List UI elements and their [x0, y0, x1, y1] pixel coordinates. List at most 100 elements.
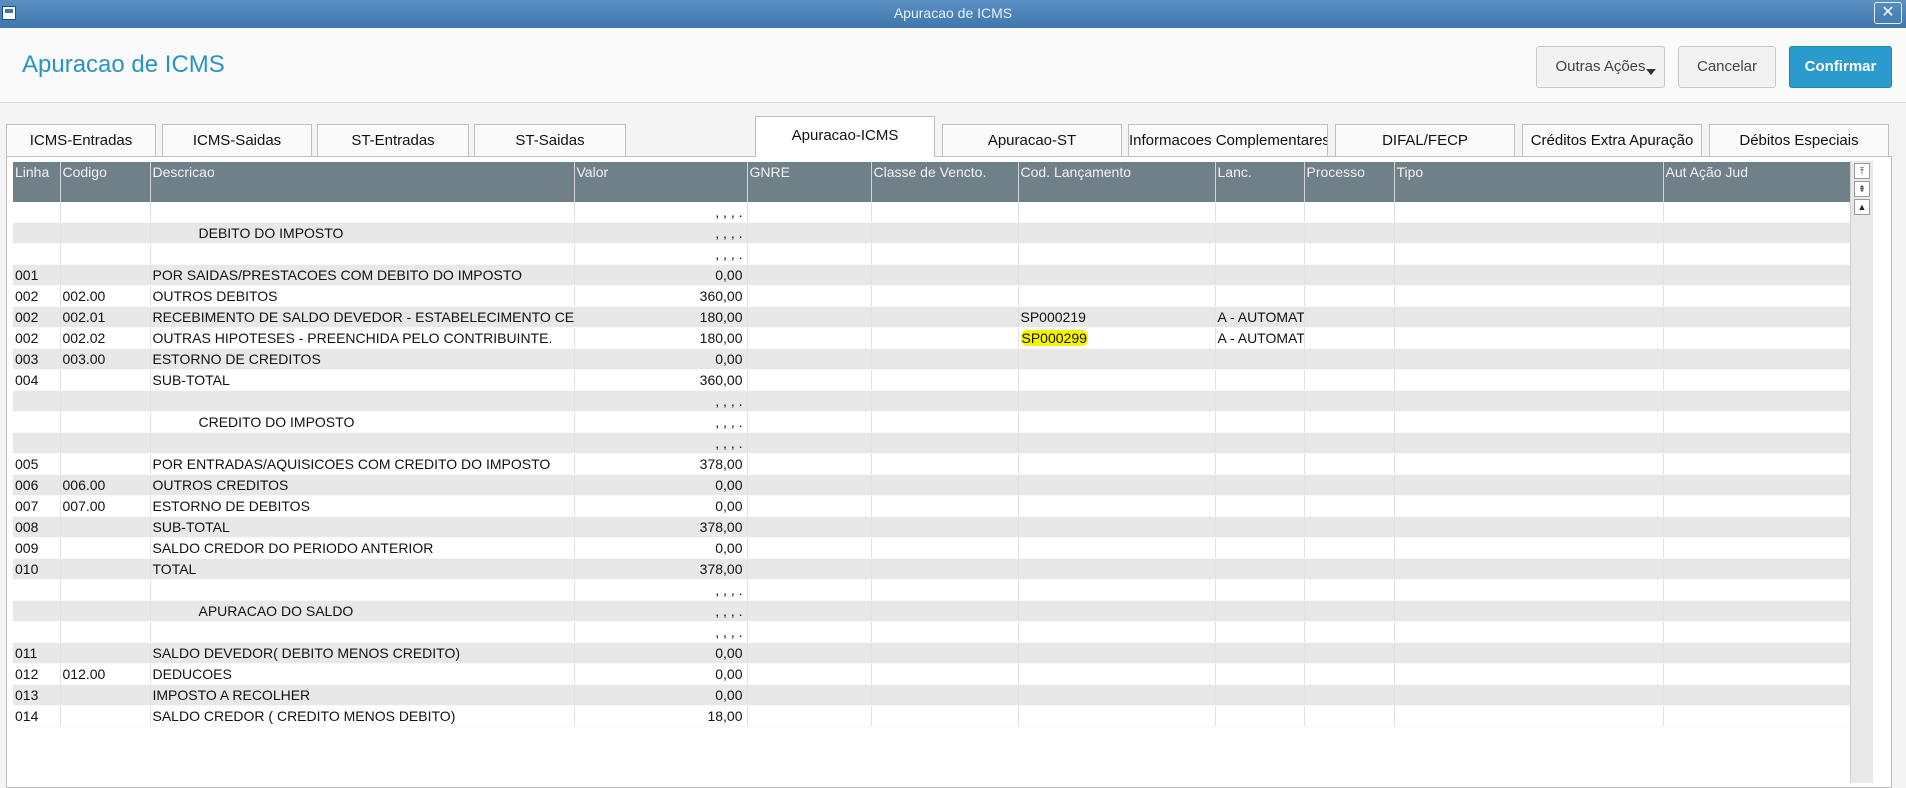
- cell-classe-vencto[interactable]: [871, 642, 1019, 664]
- cell-lanc[interactable]: [1215, 202, 1305, 223]
- cell-lanc[interactable]: [1215, 495, 1305, 517]
- cell-classe-vencto[interactable]: [871, 202, 1019, 223]
- cell-linha[interactable]: 001: [13, 264, 61, 286]
- column-header-codigo[interactable]: Codigo: [60, 162, 151, 202]
- cell-valor[interactable]: 0,00: [574, 663, 748, 685]
- cell-classe-vencto[interactable]: [871, 537, 1019, 559]
- cell-codigo[interactable]: 003.00: [60, 348, 151, 370]
- cell-cod-lancamento[interactable]: [1018, 579, 1216, 601]
- cell-aut-acao-jud[interactable]: [1663, 306, 1866, 328]
- cell-cod-lancamento[interactable]: [1018, 222, 1216, 244]
- cell-cod-lancamento[interactable]: [1018, 453, 1216, 475]
- tab-st-saidas[interactable]: ST-Saidas: [474, 124, 626, 156]
- cell-classe-vencto[interactable]: [871, 348, 1019, 370]
- table-row[interactable]: 004 SUB-TOTAL 360,00: [13, 369, 1866, 391]
- cell-processo[interactable]: [1304, 474, 1395, 496]
- cell-processo[interactable]: [1304, 264, 1395, 286]
- cell-classe-vencto[interactable]: [871, 474, 1019, 496]
- cell-cod-lancamento[interactable]: [1018, 642, 1216, 664]
- table-row[interactable]: , , , .: [13, 579, 1866, 601]
- cell-cod-lancamento[interactable]: SP000219: [1018, 306, 1216, 328]
- cell-cod-lancamento[interactable]: [1018, 684, 1216, 706]
- cell-cod-lancamento[interactable]: [1018, 369, 1216, 391]
- cell-lanc[interactable]: [1215, 453, 1305, 475]
- cell-valor[interactable]: 378,00: [574, 453, 748, 475]
- cell-cod-lancamento[interactable]: [1018, 600, 1216, 622]
- cell-lanc[interactable]: [1215, 264, 1305, 286]
- table-row[interactable]: DEBITO DO IMPOSTO, , , .: [13, 222, 1866, 244]
- cell-codigo[interactable]: [60, 705, 151, 727]
- cell-aut-acao-jud[interactable]: [1663, 684, 1866, 706]
- table-row[interactable]: 002 002.02 OUTRAS HIPOTESES - PREENCHIDA P…: [13, 327, 1866, 349]
- cell-descricao[interactable]: [150, 202, 575, 223]
- cell-processo[interactable]: [1304, 390, 1395, 412]
- scroll-page-up-icon[interactable]: ⇞: [1854, 181, 1870, 197]
- cell-tipo[interactable]: [1394, 285, 1664, 307]
- cell-gnre[interactable]: [747, 705, 872, 727]
- cell-tipo[interactable]: [1394, 558, 1664, 580]
- cell-aut-acao-jud[interactable]: [1663, 621, 1866, 643]
- table-row[interactable]: , , , .: [13, 390, 1866, 412]
- cell-valor[interactable]: 0,00: [574, 495, 748, 517]
- cell-linha[interactable]: [13, 579, 61, 601]
- column-header-aut-acao-jud[interactable]: Aut Ação Jud: [1663, 162, 1866, 202]
- cell-valor[interactable]: 360,00: [574, 285, 748, 307]
- table-row[interactable]: , , , .: [13, 202, 1866, 223]
- cell-codigo[interactable]: 002.01: [60, 306, 151, 328]
- cell-gnre[interactable]: [747, 495, 872, 517]
- cell-processo[interactable]: [1304, 600, 1395, 622]
- cell-linha[interactable]: [13, 621, 61, 643]
- cell-descricao[interactable]: ESTORNO DE CREDITOS: [150, 348, 575, 370]
- cell-processo[interactable]: [1304, 348, 1395, 370]
- cell-processo[interactable]: [1304, 243, 1395, 265]
- cell-tipo[interactable]: [1394, 327, 1664, 349]
- cell-descricao[interactable]: DEBITO DO IMPOSTO: [150, 222, 575, 244]
- cell-classe-vencto[interactable]: [871, 243, 1019, 265]
- cell-linha[interactable]: 002: [13, 327, 61, 349]
- cell-tipo[interactable]: [1394, 432, 1664, 454]
- cell-lanc[interactable]: [1215, 621, 1305, 643]
- tab-creditos-extra-apuracao[interactable]: Créditos Extra Apuração: [1522, 124, 1702, 156]
- cell-processo[interactable]: [1304, 453, 1395, 475]
- cell-linha[interactable]: 012: [13, 663, 61, 685]
- cell-lanc[interactable]: [1215, 348, 1305, 370]
- cell-valor[interactable]: , , , .: [574, 243, 748, 265]
- cell-tipo[interactable]: [1394, 411, 1664, 433]
- tab-informacoes-complementares[interactable]: Informacoes Complementares: [1128, 124, 1328, 156]
- cell-descricao[interactable]: SUB-TOTAL: [150, 516, 575, 538]
- table-row[interactable]: CREDITO DO IMPOSTO, , , .: [13, 411, 1866, 433]
- cell-descricao[interactable]: IMPOSTO A RECOLHER: [150, 684, 575, 706]
- cell-cod-lancamento[interactable]: [1018, 558, 1216, 580]
- cell-descricao[interactable]: CREDITO DO IMPOSTO: [150, 411, 575, 433]
- cell-valor[interactable]: 0,00: [574, 264, 748, 286]
- cell-valor[interactable]: 0,00: [574, 684, 748, 706]
- cell-linha[interactable]: 010: [13, 558, 61, 580]
- cell-descricao[interactable]: SUB-TOTAL: [150, 369, 575, 391]
- table-row[interactable]: 006 006.00 OUTROS CREDITOS 0,00: [13, 474, 1866, 496]
- cell-gnre[interactable]: [747, 453, 872, 475]
- cell-codigo[interactable]: [60, 537, 151, 559]
- table-row[interactable]: 008 SUB-TOTAL 378,00: [13, 516, 1866, 538]
- cell-descricao[interactable]: [150, 432, 575, 454]
- cell-valor[interactable]: 0,00: [574, 348, 748, 370]
- cell-codigo[interactable]: [60, 202, 151, 223]
- cell-tipo[interactable]: [1394, 243, 1664, 265]
- cell-classe-vencto[interactable]: [871, 684, 1019, 706]
- cell-aut-acao-jud[interactable]: [1663, 390, 1866, 412]
- cell-classe-vencto[interactable]: [871, 432, 1019, 454]
- cell-classe-vencto[interactable]: [871, 327, 1019, 349]
- table-row[interactable]: 007 007.00 ESTORNO DE DEBITOS 0,00: [13, 495, 1866, 517]
- vertical-scrollbar[interactable]: ⤒ ⇞ ▲: [1850, 161, 1873, 783]
- cell-classe-vencto[interactable]: [871, 579, 1019, 601]
- cell-linha[interactable]: 013: [13, 684, 61, 706]
- cell-descricao[interactable]: TOTAL: [150, 558, 575, 580]
- table-row[interactable]: , , , .: [13, 621, 1866, 643]
- cell-descricao[interactable]: OUTROS CREDITOS: [150, 474, 575, 496]
- cell-tipo[interactable]: [1394, 222, 1664, 244]
- cell-classe-vencto[interactable]: [871, 390, 1019, 412]
- cell-codigo[interactable]: [60, 516, 151, 538]
- cell-cod-lancamento[interactable]: [1018, 537, 1216, 559]
- tab-debitos-especiais[interactable]: Débitos Especiais: [1709, 124, 1889, 156]
- cell-processo[interactable]: [1304, 516, 1395, 538]
- tab-icms-saidas[interactable]: ICMS-Saidas: [162, 124, 312, 156]
